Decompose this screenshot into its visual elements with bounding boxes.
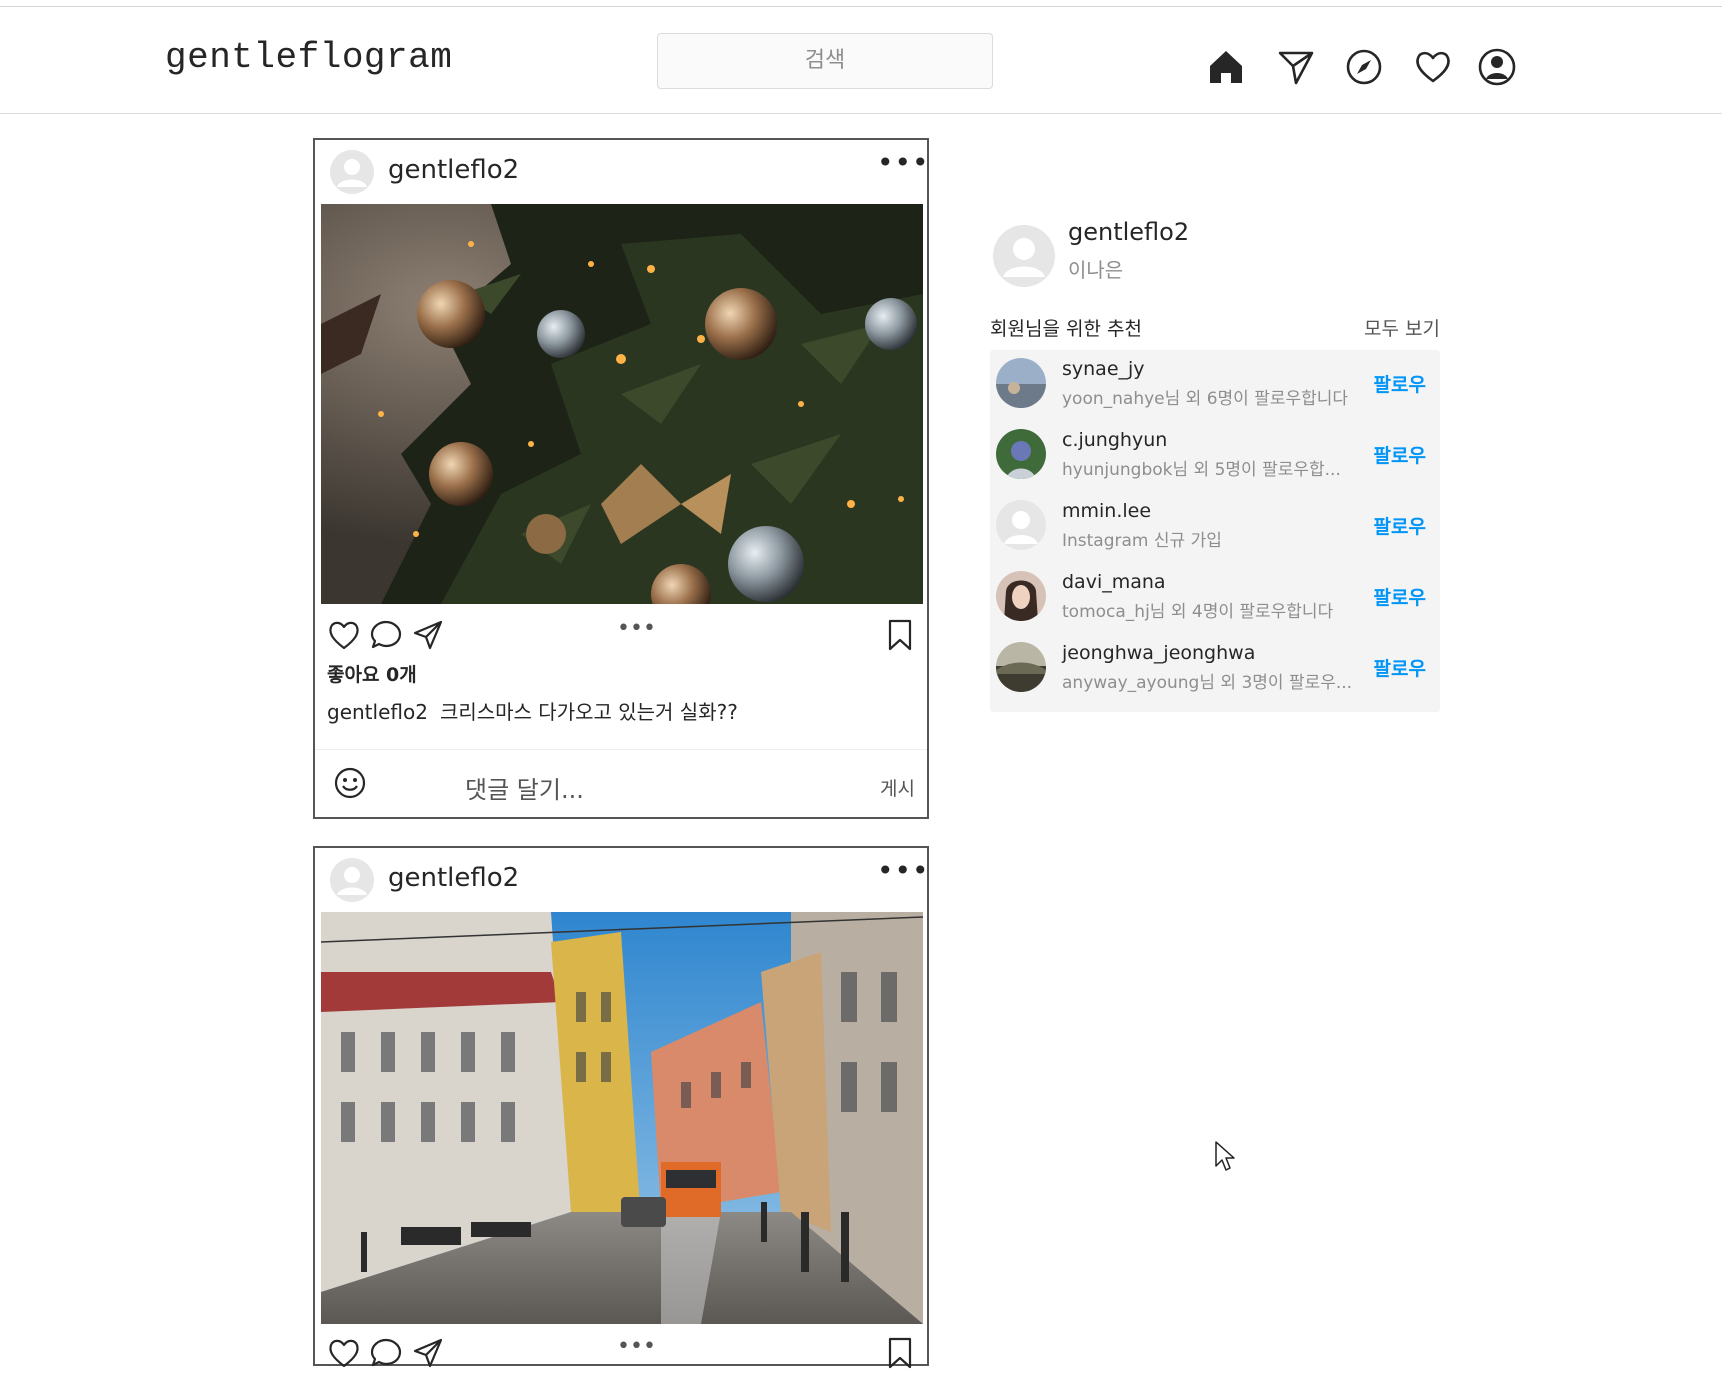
suggestion-avatar[interactable]	[996, 358, 1046, 408]
post-comment-button[interactable]: 게시	[880, 774, 915, 801]
post-header: gentleflo2 •••	[315, 848, 929, 912]
feed-post: gentleflo2 •••	[313, 138, 929, 819]
suggestion-username[interactable]: c.junghyun	[1062, 429, 1167, 451]
suggestion-avatar[interactable]	[996, 571, 1046, 621]
suggestion-item: davi_mana tomoca_hj님 외 4명이 팔로우합니다 팔로우	[990, 563, 1440, 633]
carousel-dots: •••	[617, 616, 656, 641]
follow-button[interactable]: 팔로우	[1374, 370, 1426, 397]
suggestions-title: 회원님을 위한 추천	[990, 318, 1142, 340]
post-author-avatar[interactable]	[330, 150, 374, 194]
post-actions-bar: •••	[327, 1334, 917, 1376]
like-heart-icon[interactable]	[327, 1336, 361, 1370]
follow-button[interactable]: 팔로우	[1374, 583, 1426, 610]
comment-bubble-icon[interactable]	[369, 618, 403, 652]
home-icon[interactable]	[1206, 47, 1246, 87]
suggestion-avatar[interactable]	[996, 429, 1046, 479]
search-input[interactable]: 검색	[657, 33, 993, 89]
bookmark-icon[interactable]	[883, 618, 917, 652]
suggestion-username[interactable]: synae_jy	[1062, 358, 1145, 380]
direct-message-icon[interactable]	[1276, 47, 1316, 87]
suggestion-reason: Instagram 신규 가입	[1062, 531, 1222, 551]
suggestion-reason: hyunjungbok님 외 5명이 팔로우합...	[1062, 460, 1341, 480]
carousel-dots: •••	[617, 1334, 656, 1359]
add-comment-row: 댓글 달기... 게시	[315, 749, 927, 820]
suggestion-item: c.junghyun hyunjungbok님 외 5명이 팔로우합... 팔로…	[990, 421, 1440, 491]
post-author-username[interactable]: gentleflo2	[388, 863, 519, 893]
suggestion-item: mmin.lee Instagram 신규 가입 팔로우	[990, 492, 1440, 562]
bookmark-icon[interactable]	[883, 1336, 917, 1370]
likes-count[interactable]: 좋아요 0개	[327, 660, 417, 687]
app-logo[interactable]: gentleflogram	[165, 37, 452, 78]
post-options-icon[interactable]: •••	[877, 149, 929, 182]
suggestions-list: synae_jy yoon_nahye님 외 6명이 팔로우합니다 팔로우 c.…	[990, 350, 1440, 712]
follow-button[interactable]: 팔로우	[1374, 441, 1426, 468]
suggestion-item: synae_jy yoon_nahye님 외 6명이 팔로우합니다 팔로우	[990, 350, 1440, 420]
like-heart-icon[interactable]	[327, 618, 361, 652]
post-author-avatar[interactable]	[330, 858, 374, 902]
top-nav-bar: gentleflogram 검색	[0, 7, 1722, 114]
follow-button[interactable]: 팔로우	[1374, 512, 1426, 539]
post-header: gentleflo2 •••	[315, 140, 929, 204]
mouse-pointer-icon	[1214, 1140, 1236, 1172]
suggestion-username[interactable]: davi_mana	[1062, 571, 1166, 593]
suggestion-avatar[interactable]	[996, 500, 1046, 550]
suggestion-reason: anyway_ayoung님 외 3명이 팔로우...	[1062, 673, 1352, 693]
suggestion-username[interactable]: jeonghwa_jeonghwa	[1062, 642, 1255, 664]
share-send-icon[interactable]	[411, 618, 445, 652]
explore-compass-icon[interactable]	[1344, 47, 1384, 87]
post-author-username[interactable]: gentleflo2	[388, 155, 519, 185]
current-user-username[interactable]: gentleflo2	[1068, 218, 1189, 246]
post-photo-christmas-tree[interactable]	[321, 204, 923, 604]
share-send-icon[interactable]	[411, 1336, 445, 1370]
current-user-avatar[interactable]	[993, 225, 1055, 287]
emoji-smile-icon[interactable]	[333, 766, 367, 800]
profile-icon[interactable]	[1477, 47, 1517, 87]
current-user-fullname: 이나은	[1068, 258, 1124, 282]
suggestion-reason: yoon_nahye님 외 6명이 팔로우합니다	[1062, 389, 1349, 409]
activity-heart-icon[interactable]	[1413, 47, 1453, 87]
post-photo-city-street[interactable]	[321, 912, 923, 1324]
caption-text: 크리스마스 다가오고 있는거 실화??	[439, 700, 738, 724]
suggestion-reason: tomoca_hj님 외 4명이 팔로우합니다	[1062, 602, 1334, 622]
suggestion-item: jeonghwa_jeonghwa anyway_ayoung님 외 3명이 팔…	[990, 634, 1440, 704]
see-all-link[interactable]: 모두 보기	[1364, 314, 1440, 341]
comment-bubble-icon[interactable]	[369, 1336, 403, 1370]
suggestion-avatar[interactable]	[996, 642, 1046, 692]
follow-button[interactable]: 팔로우	[1374, 654, 1426, 681]
caption-username[interactable]: gentleflo2	[327, 700, 428, 724]
feed-post: gentleflo2 •••	[313, 846, 929, 1369]
post-actions-bar: •••	[327, 616, 917, 658]
suggestion-username[interactable]: mmin.lee	[1062, 500, 1151, 522]
post-caption: gentleflo2 크리스마스 다가오고 있는거 실화??	[327, 696, 738, 725]
post-options-icon[interactable]: •••	[877, 857, 929, 890]
comment-input[interactable]: 댓글 달기...	[465, 770, 584, 805]
